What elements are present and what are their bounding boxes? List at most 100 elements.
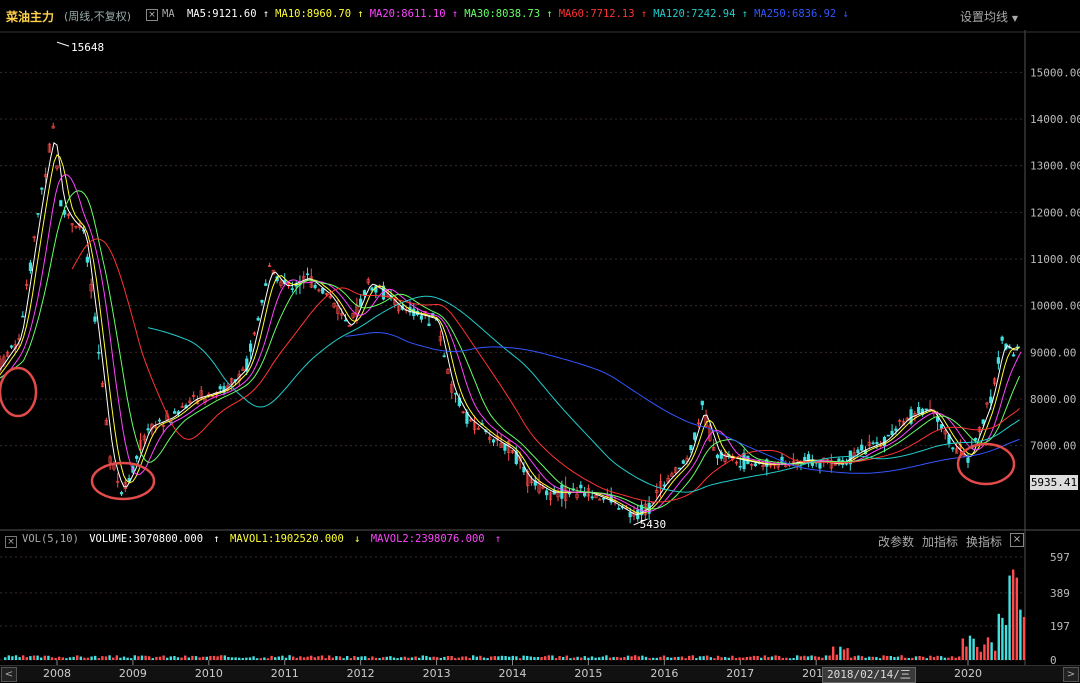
volume-bar — [191, 655, 194, 660]
candle-body — [36, 213, 40, 215]
x-tick-label: 2013 — [422, 667, 451, 680]
volume-bar — [86, 657, 90, 660]
volume-bar — [526, 655, 529, 660]
volume-bar — [742, 657, 745, 660]
volume-bar — [680, 656, 684, 660]
volume-bar — [792, 658, 795, 660]
volume-bar — [346, 655, 349, 660]
volume-bar — [162, 655, 165, 660]
volume-bar — [882, 655, 885, 660]
volume-bar — [407, 657, 410, 660]
volume-value: VOLUME:3070800.000 — [89, 533, 204, 545]
volume-bar — [119, 657, 122, 660]
edit-params-button[interactable]: 改参数 — [878, 533, 914, 550]
volume-bar — [140, 655, 144, 660]
volume-bar — [684, 658, 687, 660]
volume-bar — [68, 657, 72, 660]
volume-bar — [378, 658, 381, 660]
volume-bar — [857, 655, 860, 660]
candlestick-chart[interactable]: 15000.00 14000.00 13000.00 12000.00 11000.00… — [0, 0, 1080, 665]
volume-bar — [324, 658, 327, 660]
volume-bar — [803, 655, 806, 660]
volume-bar — [482, 657, 486, 660]
volume-bar — [338, 656, 342, 660]
candle-body — [890, 430, 894, 436]
volume-bar — [97, 658, 100, 660]
volume-bar — [259, 658, 262, 660]
volume-bar — [770, 656, 774, 660]
volume-bar — [932, 657, 936, 660]
candle-body — [248, 343, 253, 352]
volume-bar — [148, 656, 151, 660]
volume-bar — [450, 656, 453, 660]
volume-bar — [446, 655, 450, 660]
candle-body — [886, 434, 890, 437]
volume-bar — [187, 657, 190, 660]
volume-bar — [367, 658, 370, 660]
candle-body — [9, 345, 14, 348]
volume-bar — [504, 656, 507, 660]
candle-body — [700, 400, 704, 406]
candle-body — [742, 452, 746, 470]
volume-bar — [464, 656, 468, 660]
candle-body — [681, 460, 685, 464]
volume-bar — [266, 658, 270, 660]
candle-body — [689, 445, 693, 451]
y-tick-label: 9000.00 — [1030, 346, 1076, 359]
volume-bar — [493, 656, 496, 660]
volume-bar — [662, 655, 666, 660]
candle-body — [996, 357, 1000, 364]
volume-bar — [418, 657, 421, 660]
volume-bar — [904, 657, 907, 660]
volume-bar — [425, 655, 428, 660]
volume-bar — [158, 656, 162, 660]
volume-bar — [850, 657, 853, 660]
volume-bar — [734, 658, 738, 660]
add-indicator-button[interactable]: 加指标 — [922, 533, 958, 550]
y-tick-label: 12000.00 — [1030, 206, 1080, 219]
candle-body — [256, 317, 260, 321]
time-axis-bar: < 2008 2009 2010 2011 2012 2013 2014 2015 2016 20… — [0, 665, 1080, 683]
y-tick-label: 13000.00 — [1030, 160, 1080, 173]
candle-body — [545, 490, 549, 496]
candle-body — [590, 496, 594, 499]
volume-bar — [522, 655, 525, 660]
change-indicator-button[interactable]: 换指标 — [966, 533, 1002, 550]
volume-bar — [652, 657, 655, 660]
volume-bar — [306, 656, 309, 660]
volume-bar — [950, 656, 954, 660]
mavol1-value: MAVOL1:1902520.000 — [230, 533, 344, 545]
candle-body — [833, 464, 837, 466]
volume-bar — [500, 655, 504, 660]
volume-arrow: ↑ — [213, 533, 220, 545]
x-tick-label: 2010 — [194, 667, 223, 680]
volume-bar — [22, 655, 25, 660]
scroll-right-button[interactable]: > — [1063, 667, 1079, 682]
close-icon[interactable]: × — [1010, 533, 1024, 547]
volume-bar — [860, 656, 864, 660]
volume-bar — [547, 655, 550, 660]
volume-bar — [364, 656, 367, 660]
volume-bar — [288, 655, 291, 660]
volume-bar — [472, 655, 475, 660]
volume-bar — [396, 658, 399, 660]
volume-bar — [986, 637, 990, 660]
volume-bar — [745, 656, 748, 660]
x-tick-label: 2015 — [574, 667, 603, 680]
volume-bar — [1015, 577, 1018, 660]
volume-bar — [623, 656, 626, 660]
volume-bar — [421, 655, 424, 660]
volume-bar — [295, 657, 298, 660]
candle-body — [871, 442, 875, 445]
volume-bar — [166, 657, 169, 660]
candle-body — [601, 498, 606, 500]
volume-bar — [18, 657, 21, 660]
volume-bar — [7, 655, 10, 660]
volume-bar — [241, 658, 244, 660]
y-tick-label: 10000.00 — [1030, 300, 1080, 313]
volume-bar — [403, 656, 406, 660]
volume-bar — [299, 656, 302, 660]
scroll-left-button[interactable]: < — [1, 667, 17, 682]
x-tick-label: 2008 — [43, 667, 71, 680]
volume-bar — [551, 655, 554, 660]
